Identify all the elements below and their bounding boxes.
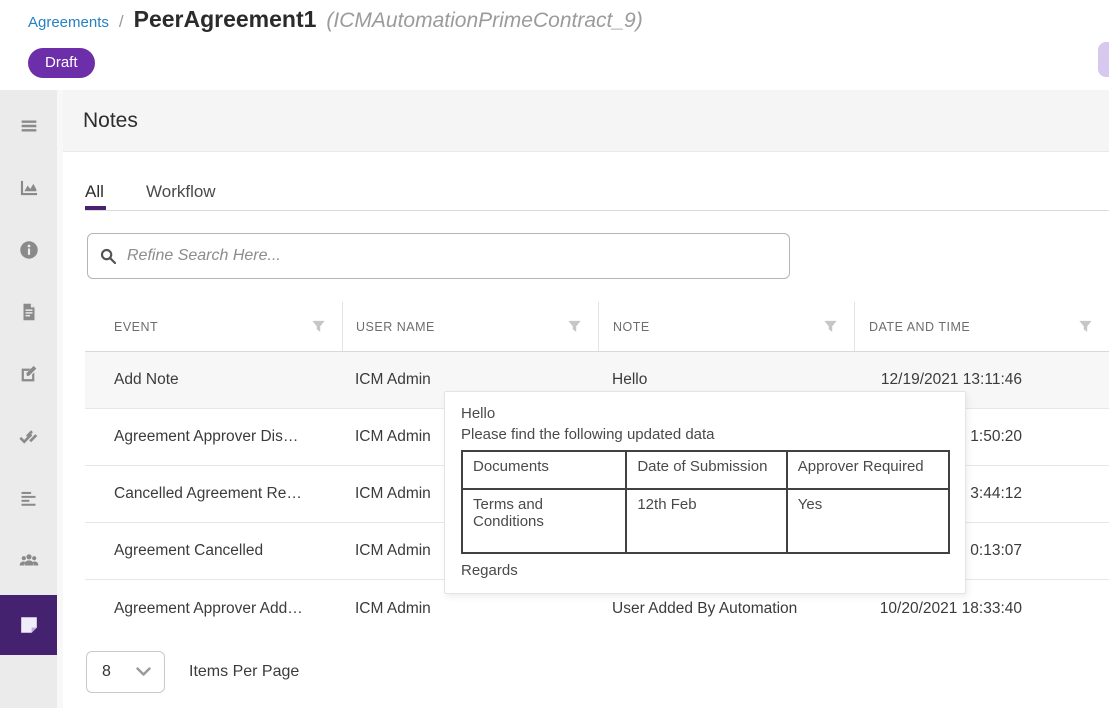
popover-cell-approver: Yes bbox=[787, 489, 949, 553]
sidebar-item-edit[interactable] bbox=[0, 343, 57, 405]
sidebar-item-team[interactable] bbox=[0, 529, 57, 591]
tabs-divider bbox=[85, 210, 1109, 211]
popover-greeting: Hello bbox=[461, 403, 949, 424]
page-title: Notes bbox=[83, 90, 138, 152]
filter-icon[interactable] bbox=[1078, 319, 1093, 334]
sidebar-item-document[interactable] bbox=[0, 281, 57, 343]
text-lines-icon bbox=[18, 488, 39, 509]
team-icon bbox=[17, 548, 41, 572]
sidebar-item-info[interactable] bbox=[0, 219, 57, 281]
user-cell: ICM Admin bbox=[342, 600, 598, 618]
event-cell: Cancelled Agreement Re… bbox=[85, 485, 342, 503]
event-cell: Add Note bbox=[85, 371, 342, 389]
user-cell: ICM Admin bbox=[342, 371, 598, 389]
tab-workflow[interactable]: Workflow bbox=[146, 182, 216, 202]
status-badge: Draft bbox=[28, 48, 95, 78]
document-icon bbox=[18, 301, 40, 323]
sidebar-item-menu[interactable] bbox=[0, 95, 57, 157]
note-cell: Hello bbox=[598, 371, 854, 389]
popover-closing: Regards bbox=[461, 560, 949, 581]
note-detail-popover: Hello Please find the following updated … bbox=[444, 391, 966, 594]
notes-title-bar: Notes bbox=[63, 90, 1109, 152]
breadcrumb-separator: / bbox=[119, 12, 124, 32]
popover-col-documents: Documents bbox=[462, 451, 626, 489]
popover-col-approver-required: Approver Required bbox=[787, 451, 949, 489]
popover-intro: Please find the following updated data bbox=[461, 424, 949, 445]
popover-cell-documents: Terms and Conditions bbox=[462, 489, 626, 553]
tab-all[interactable]: All bbox=[85, 182, 104, 202]
chart-icon bbox=[18, 177, 40, 199]
column-header-event: EVENT bbox=[85, 302, 342, 351]
info-icon bbox=[18, 239, 40, 261]
double-check-icon bbox=[17, 425, 40, 448]
table-header-row: EVENT USER NAME NOTE DATE AND TIME bbox=[85, 302, 1109, 352]
edit-icon bbox=[18, 363, 40, 385]
sidebar-item-clauses[interactable] bbox=[0, 467, 57, 529]
search-input[interactable] bbox=[125, 246, 777, 266]
datetime-cell: 10/20/2021 18:33:40 bbox=[854, 600, 1109, 618]
filter-icon[interactable] bbox=[567, 319, 582, 334]
note-cell: User Added By Automation bbox=[598, 600, 854, 618]
column-header-note: NOTE bbox=[598, 302, 854, 351]
popover-cell-date: 12th Feb bbox=[626, 489, 786, 553]
datetime-cell: 12/19/2021 13:11:46 bbox=[854, 371, 1109, 389]
filter-icon[interactable] bbox=[311, 319, 326, 334]
column-header-user-name: USER NAME bbox=[342, 302, 598, 351]
filter-icon[interactable] bbox=[823, 319, 838, 334]
sidebar-item-chart[interactable] bbox=[0, 157, 57, 219]
popover-table: Documents Date of Submission Approver Re… bbox=[461, 450, 950, 554]
agreement-annotation: (ICMAutomationPrimeContract_9) bbox=[326, 9, 642, 33]
notes-icon bbox=[16, 612, 42, 638]
items-per-page-select[interactable]: 8 bbox=[86, 651, 165, 693]
sidebar-item-approvals[interactable] bbox=[0, 405, 57, 467]
breadcrumb-agreements-link[interactable]: Agreements bbox=[28, 14, 109, 31]
items-per-page-label: Items Per Page bbox=[189, 663, 299, 681]
event-cell: Agreement Approver Dis… bbox=[85, 428, 342, 446]
pagination: 8 Items Per Page bbox=[86, 651, 299, 693]
sidebar-gutter bbox=[57, 90, 63, 708]
event-cell: Agreement Approver Add… bbox=[85, 600, 342, 618]
column-header-date-and-time: DATE AND TIME bbox=[854, 302, 1109, 351]
search-box[interactable] bbox=[87, 233, 790, 279]
chevron-down-icon bbox=[136, 667, 151, 677]
sidebar-nav bbox=[0, 90, 57, 708]
menu-icon bbox=[18, 115, 40, 137]
app-window: Agreements / PeerAgreement1 (ICMAutomati… bbox=[0, 0, 1109, 708]
breadcrumb: Agreements / PeerAgreement1 (ICMAutomati… bbox=[28, 6, 643, 33]
search-icon bbox=[100, 248, 116, 264]
items-per-page-value: 8 bbox=[102, 663, 111, 681]
popover-col-date-of-submission: Date of Submission bbox=[626, 451, 786, 489]
agreement-title: PeerAgreement1 bbox=[134, 6, 317, 33]
sidebar-item-notes[interactable] bbox=[0, 595, 57, 655]
side-panel-handle[interactable] bbox=[1098, 42, 1109, 77]
event-cell: Agreement Cancelled bbox=[85, 542, 342, 560]
